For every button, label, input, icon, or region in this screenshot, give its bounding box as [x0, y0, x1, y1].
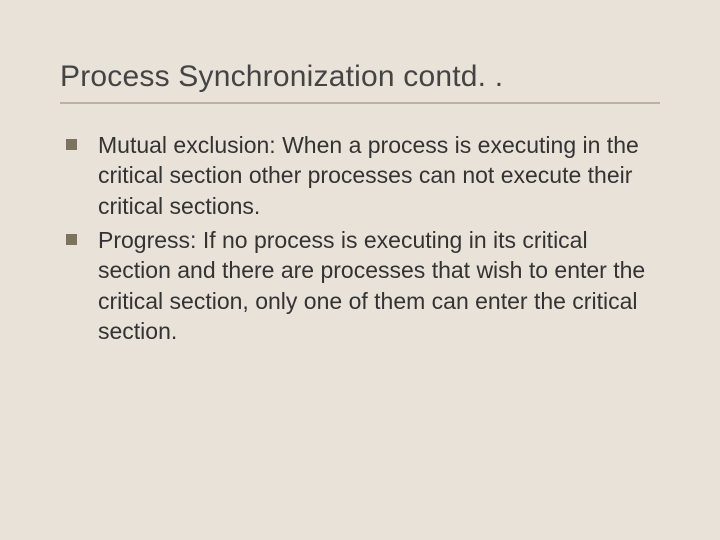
list-item: Mutual exclusion: When a process is exec… [64, 130, 660, 221]
bullet-text: Mutual exclusion: When a process is exec… [98, 132, 639, 219]
bullet-list: Mutual exclusion: When a process is exec… [60, 130, 660, 347]
slide-title: Process Synchronization contd. . [60, 60, 660, 94]
slide: Process Synchronization contd. . Mutual … [0, 0, 720, 540]
square-bullet-icon [66, 139, 77, 150]
bullet-text: Progress: If no process is executing in … [98, 227, 645, 344]
title-underline [60, 102, 660, 104]
square-bullet-icon [66, 234, 77, 245]
list-item: Progress: If no process is executing in … [64, 225, 660, 346]
